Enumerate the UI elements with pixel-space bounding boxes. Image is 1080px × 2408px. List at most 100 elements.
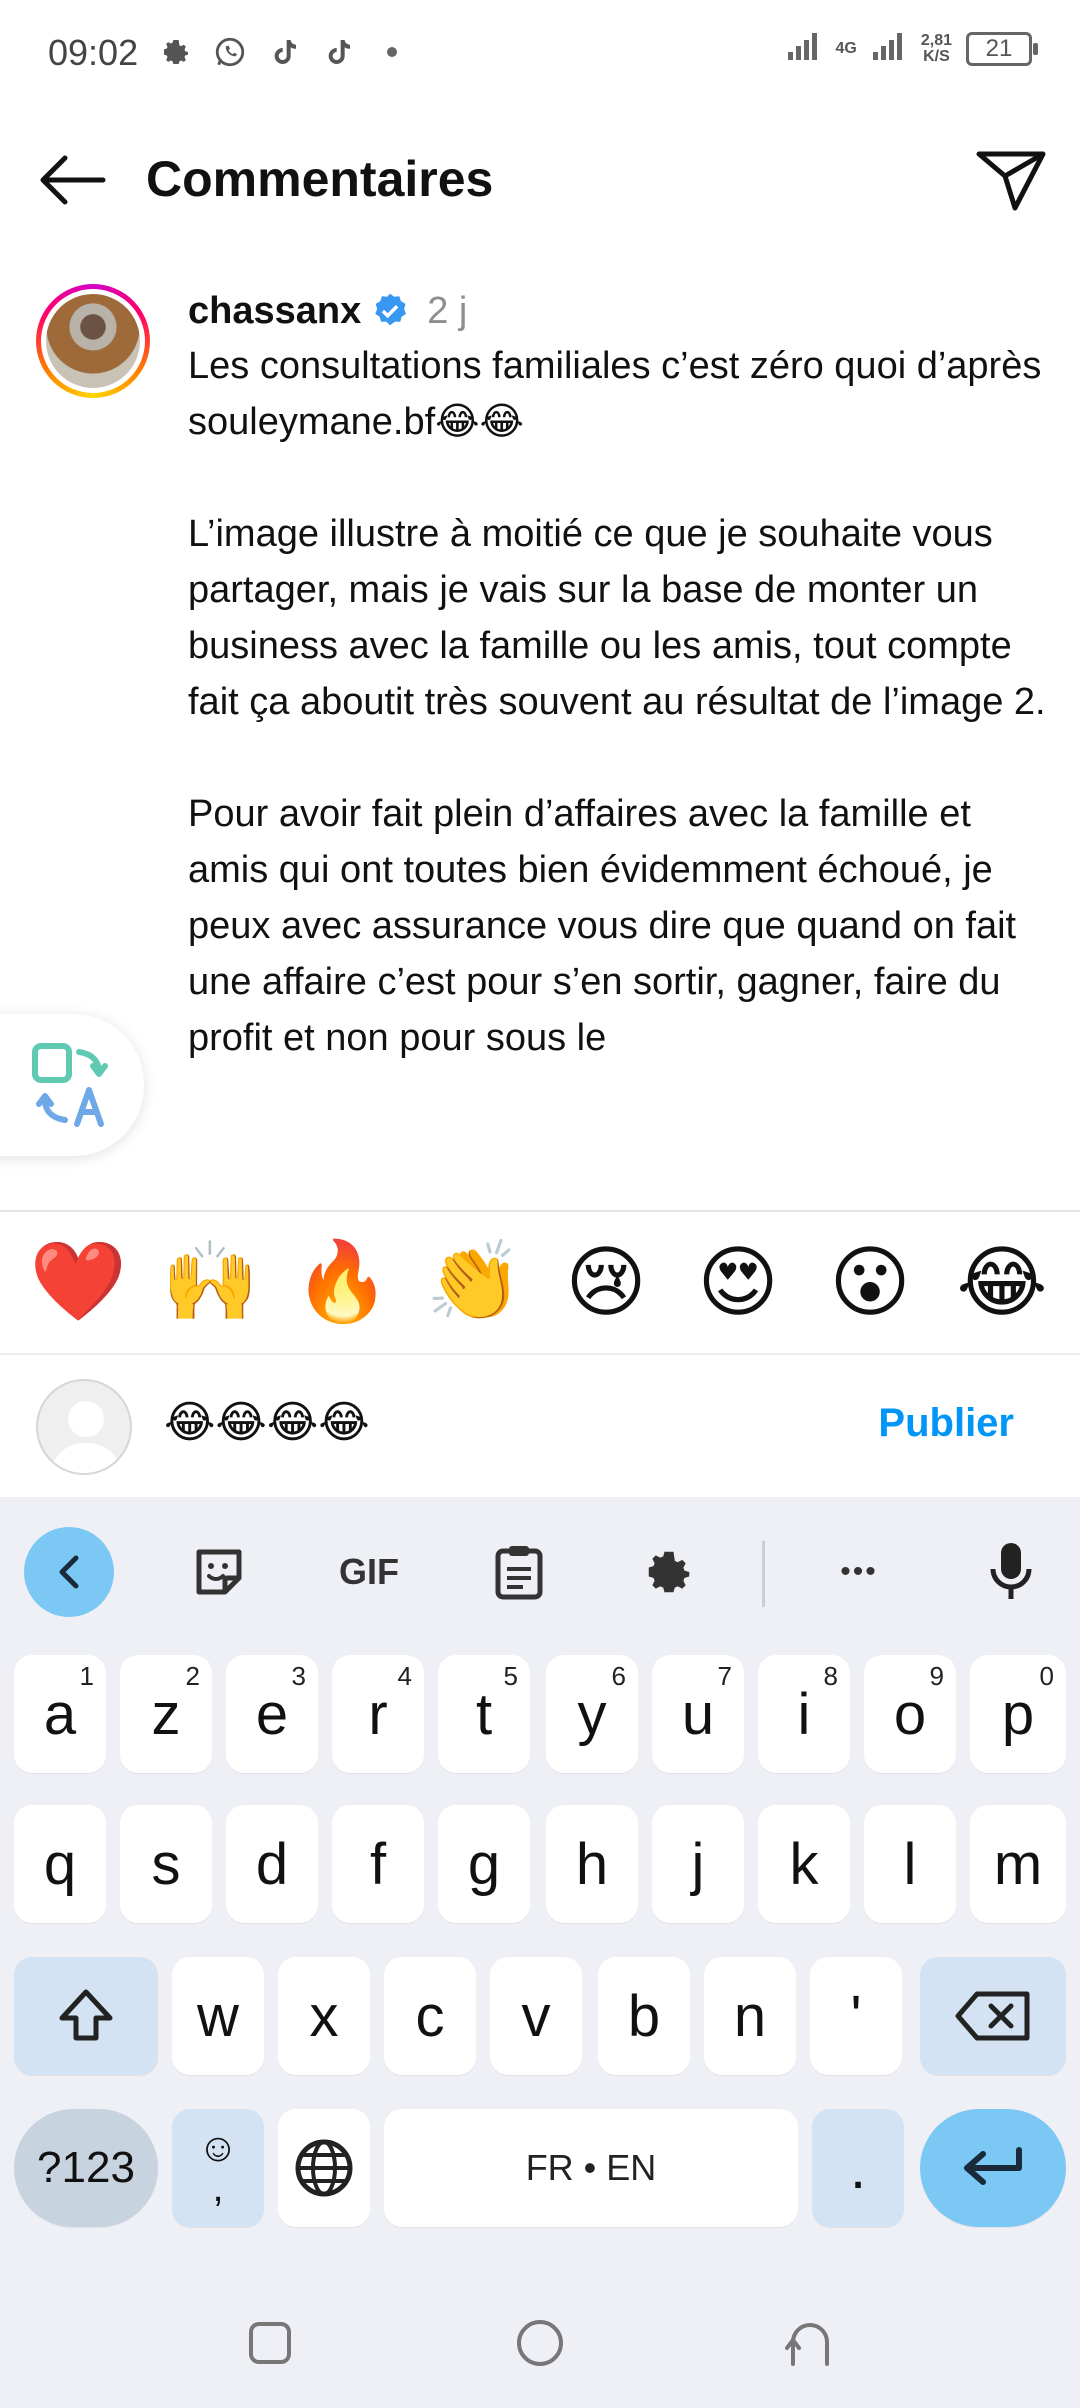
page-title: Commentaires [146,151,494,207]
reaction-bar: ❤️ 🙌 🔥 👏 😢 😍 😮 😂 [0,1210,1080,1355]
key-w[interactable]: w [172,1957,264,2075]
emoji-comma-key[interactable]: ☺ , [172,2109,264,2227]
key-a[interactable]: a1 [14,1655,106,1773]
microphone-icon [990,1543,1032,1599]
network-speed-value: 2,81 [920,31,952,49]
status-time: 09:02 [48,32,139,73]
shift-key[interactable] [14,1957,158,2075]
reaction-heart-eyes[interactable]: 😍 [683,1238,793,1328]
key-k[interactable]: k [758,1805,850,1923]
arrow-left-icon [40,155,106,205]
sticker-icon [196,1549,242,1595]
microphone-button[interactable] [966,1527,1056,1617]
key-v[interactable]: v [490,1957,582,2075]
publish-button[interactable]: Publier [878,1401,1014,1446]
translate-icon [32,1043,108,1127]
key-s[interactable]: s [120,1805,212,1923]
back-button[interactable] [32,144,112,216]
key-x[interactable]: x [278,1957,370,2075]
battery-icon: 21 [966,31,1038,66]
reaction-raised-hands[interactable]: 🙌 [155,1237,265,1328]
gear-icon [648,1551,690,1593]
verified-badge-icon [371,292,409,330]
key-y[interactable]: y6 [546,1655,638,1773]
status-bar: 09:02 4G 2,81 K/S 21 [0,0,1080,110]
key-z[interactable]: z2 [120,1655,212,1773]
reaction-clap[interactable]: 👏 [419,1237,529,1328]
key-j[interactable]: j [652,1805,744,1923]
settings-notification-icon [158,34,194,70]
reaction-fire[interactable]: 🔥 [287,1237,397,1328]
username[interactable]: chassanx [188,290,361,333]
key-u[interactable]: u7 [652,1655,744,1773]
more-options-button[interactable]: ••• [814,1527,904,1617]
period-key[interactable]: . [812,2109,904,2227]
gif-button[interactable]: GIF [324,1527,414,1617]
comment-header: chassanx 2 j [188,286,1048,336]
comment-text: Les consultations familiales c’est zéro … [188,345,1046,1059]
key-h[interactable]: h [546,1805,638,1923]
send-icon [976,151,1046,211]
back-nav-button[interactable] [775,2308,845,2378]
comment-input-row: 😂😂😂😂 Publier [0,1357,1080,1497]
key-n[interactable]: n [704,1957,796,2075]
avatar[interactable] [36,284,150,398]
share-button[interactable] [970,142,1052,218]
key-o[interactable]: o9 [864,1655,956,1773]
key-f[interactable]: f [332,1805,424,1923]
header: Commentaires [0,130,1080,230]
key-i[interactable]: i8 [758,1655,850,1773]
enter-arrow-icon [964,2147,1022,2185]
keyboard-collapse-button[interactable] [24,1527,114,1617]
square-icon [249,2322,291,2364]
toolbar-divider [762,1541,765,1607]
key-m[interactable]: m [970,1805,1066,1923]
whatsapp-icon [212,34,248,70]
language-switch-key[interactable] [278,2109,370,2227]
status-right: 4G 2,81 K/S 21 [786,30,1038,67]
enter-key[interactable] [920,2109,1066,2227]
recents-button[interactable] [235,2308,305,2378]
key-p[interactable]: p0 [970,1655,1066,1773]
comment-input[interactable]: 😂😂😂😂 [164,1397,370,1448]
key-b[interactable]: b [598,1957,690,2075]
home-button[interactable] [505,2308,575,2378]
numbers-symbols-key[interactable]: ?123 [14,2109,158,2227]
key-e[interactable]: e3 [226,1655,318,1773]
space-key[interactable]: FR • EN [384,2109,798,2227]
backspace-icon [955,1991,1030,2041]
signal-icon [786,30,822,67]
shift-icon [59,1989,113,2041]
notification-icons [158,34,410,70]
avatar-photo [46,294,140,388]
key-c[interactable]: c [384,1957,476,2075]
user-avatar [36,1379,132,1475]
reaction-crying[interactable]: 😢 [551,1238,661,1328]
network-type: 4G [835,39,857,57]
chevron-left-icon [59,1555,79,1589]
key-t[interactable]: t5 [438,1655,530,1773]
reaction-surprised[interactable]: 😮 [815,1238,925,1328]
network-speed-unit: K/S [923,47,950,65]
keyboard-settings-button[interactable] [624,1527,714,1617]
key-r[interactable]: r4 [332,1655,424,1773]
key-l[interactable]: l [864,1805,956,1923]
key-q[interactable]: q [14,1805,106,1923]
comment: chassanx 2 j Les consultations familiale… [0,280,1080,1210]
key-d[interactable]: d [226,1805,318,1923]
back-arch-icon [785,2323,829,2366]
clipboard-button[interactable] [474,1527,564,1617]
keyboard-toolbar: GIF ••• [0,1497,1080,1637]
circle-icon [517,2320,563,2366]
system-nav-bar [0,2268,1080,2408]
key-apostrophe[interactable]: ' [810,1957,902,2075]
reaction-heart[interactable]: ❤️ [23,1237,133,1328]
key-g[interactable]: g [438,1805,530,1923]
reaction-laughing[interactable]: 😂 [947,1238,1057,1328]
backspace-key[interactable] [920,1957,1066,2075]
comment-body: chassanx 2 j Les consultations familiale… [188,286,1048,1066]
sticker-button[interactable] [174,1527,264,1617]
tiktok-icon [266,34,302,70]
translate-button[interactable] [0,1014,144,1156]
clipboard-icon [495,1546,543,1600]
